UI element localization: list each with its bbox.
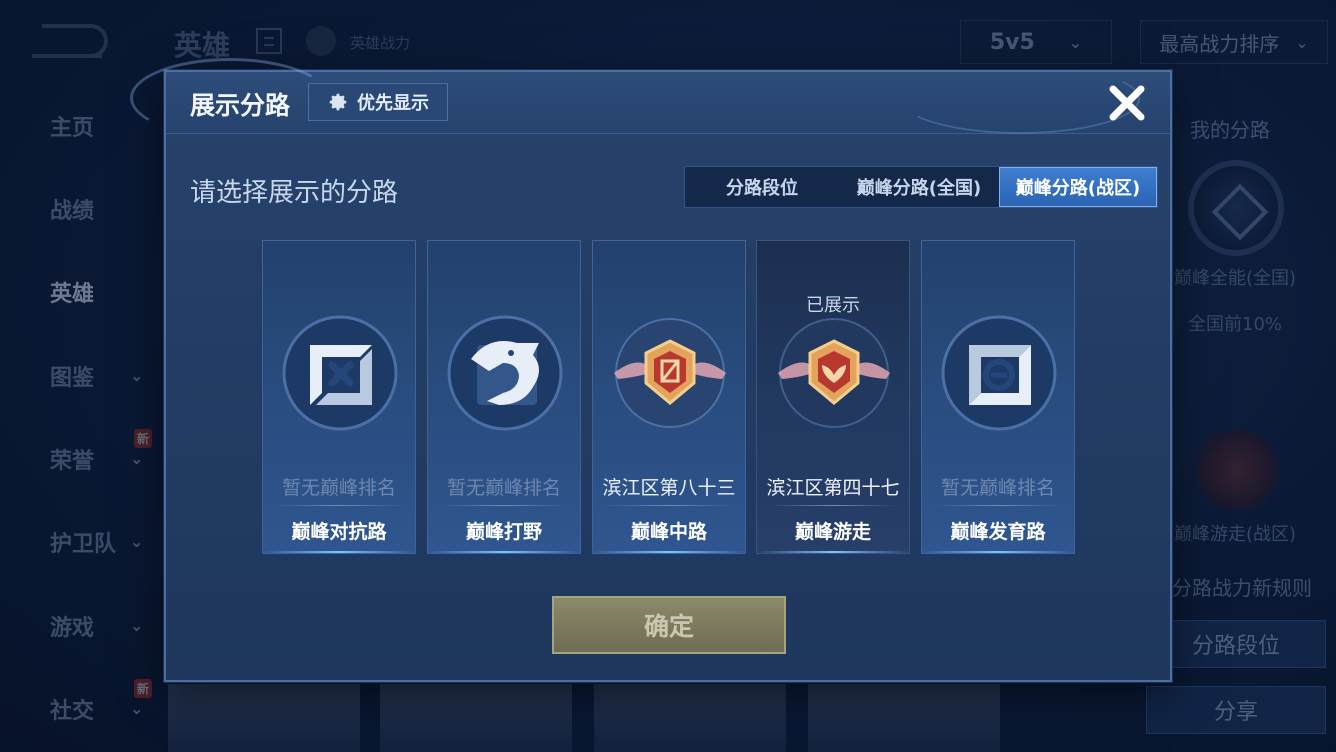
jungle-dragon-icon	[447, 315, 563, 431]
priority-display-label: 优先显示	[357, 93, 429, 114]
roam-badge-icon	[778, 318, 890, 428]
card-divider	[605, 505, 733, 506]
tab-peak-lane-region[interactable]: 巅峰分路(战区)	[999, 167, 1157, 207]
lane-rank-text: 暂无巅峰排名	[281, 477, 396, 499]
lane-rank-text: 暂无巅峰排名	[940, 477, 1055, 499]
card-divider	[440, 505, 568, 506]
lane-name: 巅峰发育路	[950, 521, 1046, 543]
confirm-button[interactable]: 确定	[552, 596, 786, 654]
modal-title: 展示分路	[190, 91, 291, 120]
clash-lane-icon	[282, 315, 398, 431]
lane-tab-bar: 分路段位 巅峰分路(全国) 巅峰分路(战区)	[684, 166, 1158, 208]
lane-rank-text: 滨江区第四十七	[766, 477, 900, 499]
tab-peak-lane-national[interactable]: 巅峰分路(全国)	[839, 167, 999, 207]
lane-name: 巅峰打野	[465, 521, 542, 543]
close-icon	[1109, 85, 1145, 121]
gear-icon	[329, 93, 347, 111]
lane-name: 巅峰中路	[630, 521, 707, 543]
display-lane-modal: 展示分路 优先显示 请选择展示的分路 分路段位 巅峰分路(全国) 巅峰分路(战区…	[130, 58, 1172, 682]
tab-lane-rank[interactable]: 分路段位	[685, 167, 839, 207]
modal-header: 展示分路 优先显示	[130, 58, 1170, 138]
lane-card-list: 暂无巅峰排名 巅峰对抗路 暂无巅峰排名 巅峰打野 滨江区第八十三 巅峰中路 已展…	[262, 240, 1082, 556]
priority-display-button[interactable]: 优先显示	[308, 83, 448, 121]
lane-rank-text: 滨江区第八十三	[602, 477, 736, 499]
close-button[interactable]	[1104, 80, 1150, 126]
card-divider	[769, 505, 897, 506]
mid-lane-badge-icon	[614, 318, 726, 428]
lane-card-farm[interactable]: 暂无巅峰排名 巅峰发育路	[921, 240, 1075, 554]
lane-card-roam[interactable]: 已展示 滨江区第四十七 巅峰游走	[756, 240, 910, 554]
modal-subtitle: 请选择展示的分路	[190, 178, 399, 208]
card-divider	[275, 505, 403, 506]
card-divider	[934, 505, 1062, 506]
farm-lane-icon	[941, 315, 1057, 431]
lane-name: 巅峰游走	[794, 521, 871, 543]
lane-name: 巅峰对抗路	[291, 521, 387, 543]
lane-rank-text: 暂无巅峰排名	[446, 477, 561, 499]
lane-card-jungle[interactable]: 暂无巅峰排名 巅峰打野	[427, 240, 581, 554]
lane-card-clash[interactable]: 暂无巅峰排名 巅峰对抗路	[262, 240, 416, 554]
lane-card-mid[interactable]: 滨江区第八十三 巅峰中路	[592, 240, 746, 554]
